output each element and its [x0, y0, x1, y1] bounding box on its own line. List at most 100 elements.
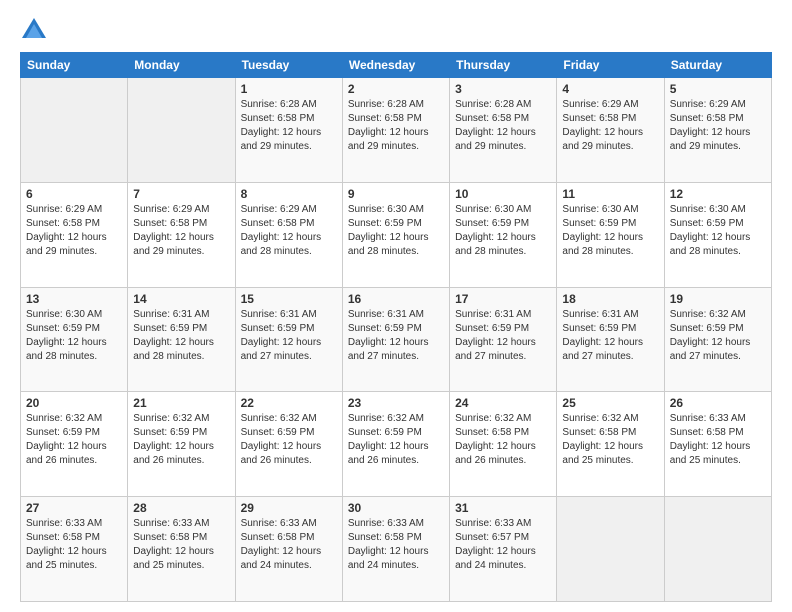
- day-number: 5: [670, 82, 766, 96]
- day-info: Sunrise: 6:30 AMSunset: 6:59 PMDaylight:…: [26, 308, 122, 364]
- day-number: 16: [348, 292, 444, 306]
- logo: [20, 16, 52, 44]
- calendar-week-1: 1Sunrise: 6:28 AMSunset: 6:58 PMDaylight…: [21, 78, 772, 183]
- day-info: Sunrise: 6:29 AMSunset: 6:58 PMDaylight:…: [562, 98, 658, 154]
- day-number: 19: [670, 292, 766, 306]
- header: [20, 16, 772, 44]
- calendar-cell: 2Sunrise: 6:28 AMSunset: 6:58 PMDaylight…: [342, 78, 449, 183]
- weekday-header-tuesday: Tuesday: [235, 53, 342, 78]
- calendar-cell: 15 Sunrise: 6:31 AMSunset: 6:59 PMDayligh…: [235, 287, 342, 392]
- day-info: Sunrise: 6:29 AMSunset: 6:58 PMDaylight:…: [133, 203, 229, 259]
- day-info: Sunrise: 6:29 AMSunset: 6:58 PMDaylight:…: [241, 203, 337, 259]
- day-number: 28: [133, 501, 229, 515]
- logo-icon: [20, 16, 48, 44]
- calendar-cell: 25Sunrise: 6:32 AMSunset: 6:58 PMDayligh…: [557, 392, 664, 497]
- day-info: Sunrise: 6:30 AMSunset: 6:59 PMDaylight:…: [562, 203, 658, 259]
- calendar-table: SundayMondayTuesdayWednesdayThursdayFrid…: [20, 52, 772, 602]
- day-number: 24: [455, 396, 551, 410]
- day-number: 14: [133, 292, 229, 306]
- calendar-cell: 12 Sunrise: 6:30 AMSunset: 6:59 PMDayligh…: [664, 182, 771, 287]
- calendar-cell: 30Sunrise: 6:33 AMSunset: 6:58 PMDayligh…: [342, 497, 449, 602]
- calendar-week-5: 27 Sunrise: 6:33 AMSunset: 6:58 PMDayligh…: [21, 497, 772, 602]
- calendar-cell: 13 Sunrise: 6:30 AMSunset: 6:59 PMDayligh…: [21, 287, 128, 392]
- calendar-cell: 9 Sunrise: 6:30 AMSunset: 6:59 PMDaylight…: [342, 182, 449, 287]
- day-info: Sunrise: 6:31 AMSunset: 6:59 PMDaylight:…: [241, 308, 337, 364]
- day-number: 23: [348, 396, 444, 410]
- day-info: Sunrise: 6:31 AMSunset: 6:59 PMDaylight:…: [348, 308, 444, 364]
- day-number: 22: [241, 396, 337, 410]
- day-info: Sunrise: 6:31 AMSunset: 6:59 PMDaylight:…: [455, 308, 551, 364]
- day-number: 30: [348, 501, 444, 515]
- weekday-header-sunday: Sunday: [21, 53, 128, 78]
- weekday-header-thursday: Thursday: [450, 53, 557, 78]
- day-info: Sunrise: 6:30 AMSunset: 6:59 PMDaylight:…: [455, 203, 551, 259]
- day-number: 17: [455, 292, 551, 306]
- calendar-body: 1Sunrise: 6:28 AMSunset: 6:58 PMDaylight…: [21, 78, 772, 602]
- weekday-header-wednesday: Wednesday: [342, 53, 449, 78]
- day-number: 27: [26, 501, 122, 515]
- day-info: Sunrise: 6:32 AMSunset: 6:59 PMDaylight:…: [133, 412, 229, 468]
- calendar-cell: [128, 78, 235, 183]
- calendar-header: SundayMondayTuesdayWednesdayThursdayFrid…: [21, 53, 772, 78]
- day-info: Sunrise: 6:32 AMSunset: 6:59 PMDaylight:…: [670, 308, 766, 364]
- day-info: Sunrise: 6:30 AMSunset: 6:59 PMDaylight:…: [348, 203, 444, 259]
- day-info: Sunrise: 6:32 AMSunset: 6:59 PMDaylight:…: [348, 412, 444, 468]
- day-number: 3: [455, 82, 551, 96]
- day-info: Sunrise: 6:29 AMSunset: 6:58 PMDaylight:…: [26, 203, 122, 259]
- calendar-cell: 23 Sunrise: 6:32 AMSunset: 6:59 PMDayligh…: [342, 392, 449, 497]
- weekday-header-friday: Friday: [557, 53, 664, 78]
- day-info: Sunrise: 6:33 AMSunset: 6:58 PMDaylight:…: [26, 517, 122, 573]
- day-number: 6: [26, 187, 122, 201]
- calendar-cell: 22Sunrise: 6:32 AMSunset: 6:59 PMDayligh…: [235, 392, 342, 497]
- calendar-cell: [557, 497, 664, 602]
- calendar-cell: 5 Sunrise: 6:29 AMSunset: 6:58 PMDaylight…: [664, 78, 771, 183]
- day-info: Sunrise: 6:29 AMSunset: 6:58 PMDaylight:…: [670, 98, 766, 154]
- calendar-cell: 3 Sunrise: 6:28 AMSunset: 6:58 PMDaylight…: [450, 78, 557, 183]
- day-number: 2: [348, 82, 444, 96]
- day-info: Sunrise: 6:31 AMSunset: 6:59 PMDaylight:…: [562, 308, 658, 364]
- day-info: Sunrise: 6:32 AMSunset: 6:59 PMDaylight:…: [26, 412, 122, 468]
- calendar-week-4: 20 Sunrise: 6:32 AMSunset: 6:59 PMDayligh…: [21, 392, 772, 497]
- calendar-cell: 1Sunrise: 6:28 AMSunset: 6:58 PMDaylight…: [235, 78, 342, 183]
- day-number: 10: [455, 187, 551, 201]
- day-info: Sunrise: 6:31 AMSunset: 6:59 PMDaylight:…: [133, 308, 229, 364]
- weekday-header-monday: Monday: [128, 53, 235, 78]
- calendar-cell: [21, 78, 128, 183]
- day-number: 13: [26, 292, 122, 306]
- weekday-header-saturday: Saturday: [664, 53, 771, 78]
- day-info: Sunrise: 6:28 AMSunset: 6:58 PMDaylight:…: [241, 98, 337, 154]
- calendar-cell: 31Sunrise: 6:33 AMSunset: 6:57 PMDayligh…: [450, 497, 557, 602]
- calendar-cell: 29 Sunrise: 6:33 AMSunset: 6:58 PMDayligh…: [235, 497, 342, 602]
- day-number: 25: [562, 396, 658, 410]
- day-info: Sunrise: 6:33 AMSunset: 6:58 PMDaylight:…: [670, 412, 766, 468]
- weekday-row: SundayMondayTuesdayWednesdayThursdayFrid…: [21, 53, 772, 78]
- day-number: 7: [133, 187, 229, 201]
- page: SundayMondayTuesdayWednesdayThursdayFrid…: [0, 0, 792, 612]
- day-number: 29: [241, 501, 337, 515]
- day-number: 9: [348, 187, 444, 201]
- calendar-cell: 16 Sunrise: 6:31 AMSunset: 6:59 PMDayligh…: [342, 287, 449, 392]
- calendar-week-3: 13 Sunrise: 6:30 AMSunset: 6:59 PMDayligh…: [21, 287, 772, 392]
- day-number: 12: [670, 187, 766, 201]
- calendar-cell: [664, 497, 771, 602]
- day-info: Sunrise: 6:28 AMSunset: 6:58 PMDaylight:…: [455, 98, 551, 154]
- day-number: 21: [133, 396, 229, 410]
- calendar-cell: 7 Sunrise: 6:29 AMSunset: 6:58 PMDaylight…: [128, 182, 235, 287]
- calendar-cell: 17 Sunrise: 6:31 AMSunset: 6:59 PMDayligh…: [450, 287, 557, 392]
- day-number: 26: [670, 396, 766, 410]
- day-info: Sunrise: 6:33 AMSunset: 6:58 PMDaylight:…: [241, 517, 337, 573]
- calendar-cell: 10 Sunrise: 6:30 AMSunset: 6:59 PMDayligh…: [450, 182, 557, 287]
- day-number: 20: [26, 396, 122, 410]
- calendar-cell: 14 Sunrise: 6:31 AMSunset: 6:59 PMDayligh…: [128, 287, 235, 392]
- calendar-cell: 21 Sunrise: 6:32 AMSunset: 6:59 PMDayligh…: [128, 392, 235, 497]
- day-info: Sunrise: 6:33 AMSunset: 6:57 PMDaylight:…: [455, 517, 551, 573]
- day-info: Sunrise: 6:30 AMSunset: 6:59 PMDaylight:…: [670, 203, 766, 259]
- calendar-cell: 27 Sunrise: 6:33 AMSunset: 6:58 PMDayligh…: [21, 497, 128, 602]
- calendar-cell: 18Sunrise: 6:31 AMSunset: 6:59 PMDayligh…: [557, 287, 664, 392]
- day-info: Sunrise: 6:32 AMSunset: 6:58 PMDaylight:…: [455, 412, 551, 468]
- day-info: Sunrise: 6:33 AMSunset: 6:58 PMDaylight:…: [133, 517, 229, 573]
- calendar-cell: 26 Sunrise: 6:33 AMSunset: 6:58 PMDayligh…: [664, 392, 771, 497]
- day-number: 15: [241, 292, 337, 306]
- calendar-cell: 8Sunrise: 6:29 AMSunset: 6:58 PMDaylight…: [235, 182, 342, 287]
- calendar-cell: 28 Sunrise: 6:33 AMSunset: 6:58 PMDayligh…: [128, 497, 235, 602]
